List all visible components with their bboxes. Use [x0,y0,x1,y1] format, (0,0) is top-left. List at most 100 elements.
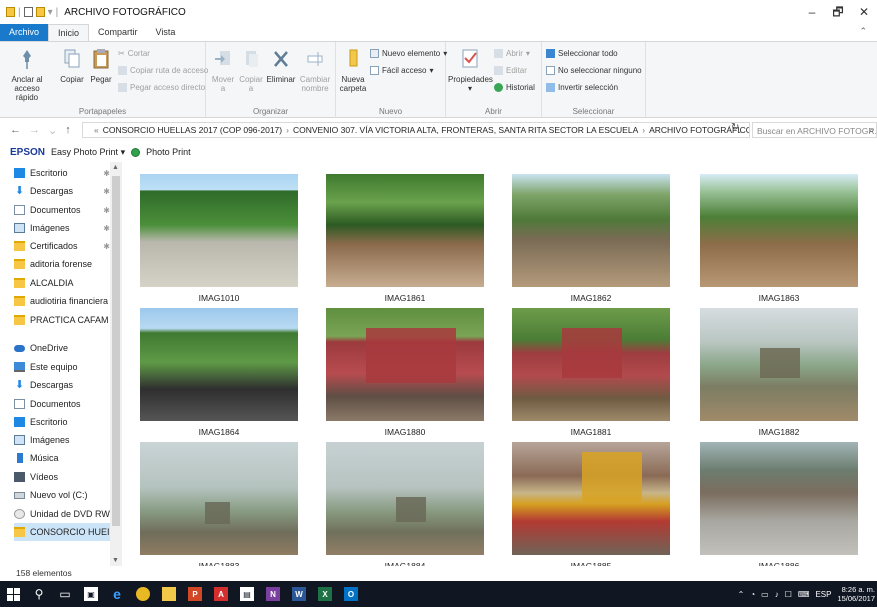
copy-button[interactable]: Copiar [58,48,86,84]
nav-scrollbar[interactable]: ▲ ▼ [110,162,122,566]
new-folder-icon[interactable] [35,7,45,17]
keyboard-icon[interactable]: ⌨ [798,590,810,599]
nav-item-nuevo-vol-c[interactable]: Nuevo vol (C:) [14,486,122,504]
shopping-bag-icon[interactable]: ▤ [234,581,260,607]
language-indicator[interactable]: ESP [815,590,831,599]
breadcrumb-convenio[interactable]: CONVENIO 307. VÍA VICTORIA ALTA, FRONTER… [293,125,638,135]
onenote-icon[interactable]: N [260,581,286,607]
copy-path-button[interactable]: Copiar ruta de acceso [118,66,208,75]
nav-item-aditoria-forense[interactable]: aditoria forense [14,255,122,273]
file-item[interactable]: IMAG1861 [326,174,484,303]
outlook-icon[interactable]: O [338,581,364,607]
recent-dropdown-icon[interactable]: ⌄ [48,124,57,137]
scroll-down-icon[interactable]: ▼ [112,557,119,564]
photo-thumbnail[interactable] [512,442,670,555]
address-bar[interactable]: « CONSORCIO HUELLAS 2017 (COP 096-2017) … [82,122,750,138]
edge-icon[interactable]: e [104,581,130,607]
word-icon[interactable]: W [286,581,312,607]
file-item[interactable]: IMAG1862 [512,174,670,303]
rename-button[interactable]: Cambiar nombre [298,48,332,93]
nav-item-practica-cafam[interactable]: PRACTICA CAFAM [14,311,122,329]
select-all-button[interactable]: Seleccionar todo [546,49,618,58]
nav-scroll-thumb[interactable] [112,176,120,526]
file-item[interactable]: IMAG1864 [140,308,298,437]
nav-item-audiotiria-financiera[interactable]: audiotiria financiera [14,292,122,310]
move-to-button[interactable]: Mover a [210,48,236,93]
photo-thumbnail[interactable] [140,174,298,287]
paste-shortcut-button[interactable]: Pegar acceso directo [118,83,205,92]
start-button[interactable] [0,581,26,607]
file-item[interactable]: IMAG1882 [700,308,858,437]
notification-icon[interactable]: ☐ [785,590,792,599]
nav-item-unidad-de-dvd-rw[interactable]: Unidad de DVD RW [14,505,122,523]
photo-thumbnail[interactable] [700,442,858,555]
file-item[interactable]: IMAG1883 [140,442,298,566]
tab-compartir[interactable]: Compartir [89,24,147,41]
task-view-icon[interactable]: ▭ [52,581,78,607]
nav-item-música[interactable]: Música [14,449,122,467]
excel-icon[interactable]: X [312,581,338,607]
pin-quick-access-button[interactable]: Anclar al acceso rápido [4,48,50,102]
file-item[interactable]: IMAG1880 [326,308,484,437]
photo-thumbnail[interactable] [326,442,484,555]
easy-photo-print-button[interactable]: Easy Photo Print ▾ [51,147,125,158]
file-item[interactable]: IMAG1881 [512,308,670,437]
nav-item-documentos[interactable]: Documentos [14,395,122,413]
invert-selection-button[interactable]: Invertir selección [546,83,618,92]
paste-button[interactable]: Pegar [88,48,114,84]
easy-access-button[interactable]: Fácil acceso ▾ [370,66,433,75]
chrome-icon[interactable] [130,581,156,607]
file-item[interactable]: IMAG1863 [700,174,858,303]
photo-thumbnail[interactable] [326,174,484,287]
clock[interactable]: 8:26 a. m. 15/06/2017 [837,585,875,603]
network-icon[interactable]: ◔ [750,590,755,599]
photo-thumbnail[interactable] [140,308,298,421]
store-icon[interactable]: ▣ [78,581,104,607]
chevron-up-icon[interactable]: ⌃ [859,26,867,37]
file-explorer-icon[interactable] [156,581,182,607]
cut-button[interactable]: ✂ Cortar [118,49,150,58]
scroll-up-icon[interactable]: ▲ [112,164,119,171]
edit-button[interactable]: Editar [494,66,527,75]
up-arrow-icon[interactable]: ↑ [65,124,71,137]
refresh-icon[interactable]: ↻ [731,122,739,133]
nav-item-consorcio-huei[interactable]: CONSORCIO HUEI [14,523,122,541]
minimize-button[interactable]: – [799,0,825,24]
delete-button[interactable]: Eliminar [266,48,296,84]
nav-item-descargas[interactable]: ⬇ Descargas [14,376,122,394]
nav-item-escritorio[interactable]: Escritorio ✱ [14,164,122,182]
battery-icon[interactable]: ▭ [761,590,769,599]
back-arrow-icon[interactable]: ← [10,124,21,137]
file-item[interactable]: IMAG1884 [326,442,484,566]
nav-item-alcaldia[interactable]: ALCALDIA [14,274,122,292]
tab-vista[interactable]: Vista [147,24,185,41]
nav-item-onedrive[interactable]: OneDrive [14,339,122,357]
properties-icon[interactable] [23,7,33,17]
select-none-button[interactable]: No seleccionar ninguno [546,66,642,75]
breadcrumb-consorcio[interactable]: CONSORCIO HUELLAS 2017 (COP 096-2017) [103,125,282,135]
nav-item-descargas[interactable]: ⬇ Descargas ✱ [14,182,122,200]
properties-button[interactable]: Propiedades ▾ [448,48,493,93]
photo-thumbnail[interactable] [700,174,858,287]
show-hidden-icon[interactable]: ⌃ [738,590,745,599]
new-item-button[interactable]: Nuevo elemento ▾ [370,49,447,58]
volume-icon[interactable]: ♪ [775,590,779,599]
photo-print-button[interactable]: Photo Print [146,147,191,157]
tab-inicio[interactable]: Inicio [48,24,90,41]
tab-archivo[interactable]: Archivo [0,24,49,41]
nav-item-certificados[interactable]: Certificados ✱ [14,237,122,255]
copy-to-button[interactable]: Copiar a [238,48,264,93]
forward-arrow-icon[interactable]: → [29,124,40,137]
close-button[interactable]: ✕ [851,0,877,24]
search-icon[interactable]: ⚲ [26,581,52,607]
history-button[interactable]: Historial [494,83,535,92]
photo-thumbnail[interactable] [700,308,858,421]
acrobat-icon[interactable]: A [208,581,234,607]
nav-item-imágenes[interactable]: Imágenes ✱ [14,219,122,237]
photo-thumbnail[interactable] [326,308,484,421]
nav-item-imágenes[interactable]: Imágenes [14,431,122,449]
nav-item-escritorio[interactable]: Escritorio [14,413,122,431]
file-item[interactable]: IMAG1886 [700,442,858,566]
new-folder-button[interactable]: Nueva carpeta [338,48,368,93]
photo-thumbnail[interactable] [512,174,670,287]
